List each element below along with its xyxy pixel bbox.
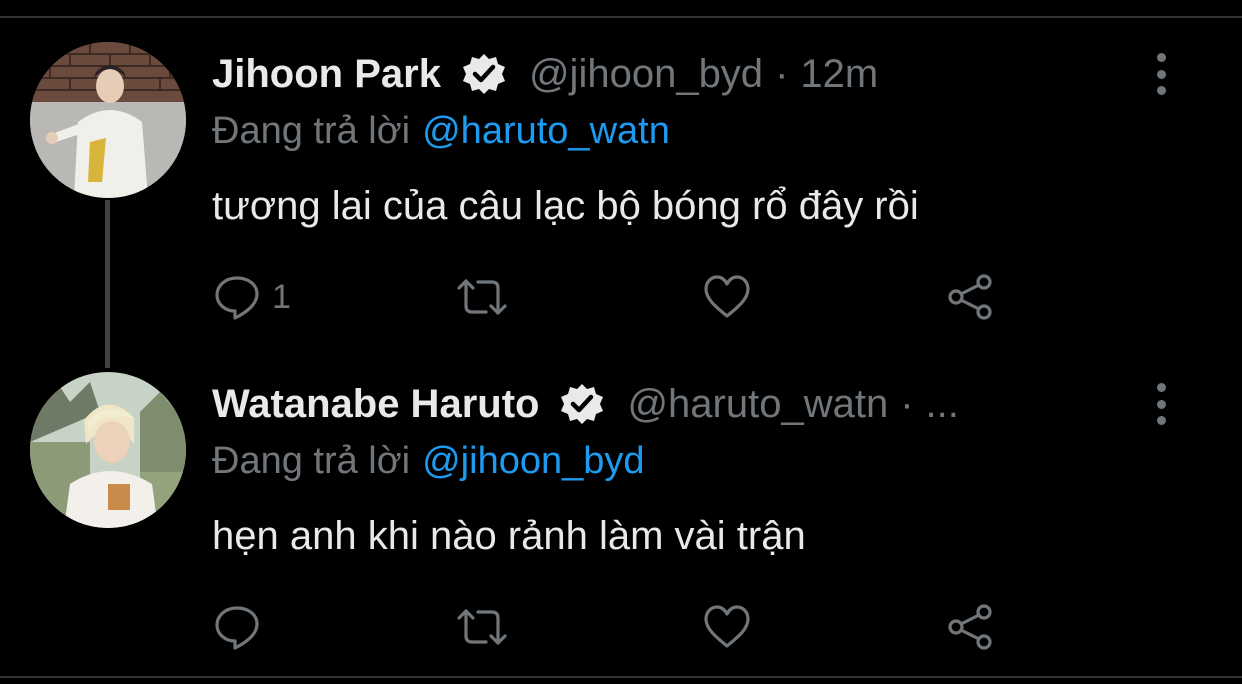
reply-count: 1 <box>272 277 291 316</box>
tweet-header: Jihoon Park @jihoon_byd · 12m <box>212 44 878 104</box>
like-button[interactable] <box>702 272 752 322</box>
more-icon[interactable] <box>1150 383 1172 425</box>
retweet-button[interactable] <box>454 272 510 322</box>
share-icon <box>948 274 992 320</box>
user-handle[interactable]: @haruto_watn <box>627 382 888 427</box>
reply-button[interactable] <box>212 602 272 652</box>
tweet-text: tương lai của câu lạc bộ bóng rổ đây rồi <box>212 184 919 228</box>
replying-to-label: Đang trả lời <box>212 110 411 152</box>
top-divider <box>0 16 1242 18</box>
reply-button[interactable]: 1 <box>212 272 291 322</box>
reply-icon <box>215 276 259 320</box>
display-name[interactable]: Watanabe Haruto <box>212 382 539 427</box>
retweet-icon <box>457 609 507 645</box>
tweet-text: hẹn anh khi nào rảnh làm vài trận <box>212 514 806 558</box>
like-icon <box>704 275 750 318</box>
like-button[interactable] <box>702 602 752 652</box>
replying-to-handle[interactable]: @jihoon_byd <box>422 440 644 482</box>
separator-dot: · <box>775 51 789 96</box>
share-button[interactable] <box>946 602 996 652</box>
separator-dot: · <box>900 381 914 426</box>
avatar[interactable] <box>30 42 186 198</box>
bottom-divider <box>0 676 1242 678</box>
share-button[interactable] <box>946 272 996 322</box>
tweet-header: Watanabe Haruto @haruto_watn · ... <box>212 374 959 434</box>
retweet-button[interactable] <box>454 602 510 652</box>
replying-to-handle[interactable]: @haruto_watn <box>422 110 670 152</box>
display-name[interactable]: Jihoon Park <box>212 52 441 97</box>
share-icon <box>948 604 992 650</box>
like-icon <box>704 605 750 648</box>
more-icon[interactable] <box>1150 53 1172 95</box>
replying-to: Đang trả lời @haruto_watn <box>212 110 670 153</box>
timestamp[interactable]: ... <box>926 382 959 427</box>
replying-to: Đang trả lời @jihoon_byd <box>212 440 645 483</box>
avatar[interactable] <box>30 372 186 528</box>
retweet-icon <box>457 279 507 315</box>
verified-badge-icon <box>559 381 605 427</box>
user-handle[interactable]: @jihoon_byd <box>529 52 763 97</box>
reply-icon <box>215 606 259 650</box>
verified-badge-icon <box>461 51 507 97</box>
thread-connector-line <box>105 200 110 368</box>
timestamp[interactable]: 12m <box>800 52 878 97</box>
replying-to-label: Đang trả lời <box>212 440 411 482</box>
